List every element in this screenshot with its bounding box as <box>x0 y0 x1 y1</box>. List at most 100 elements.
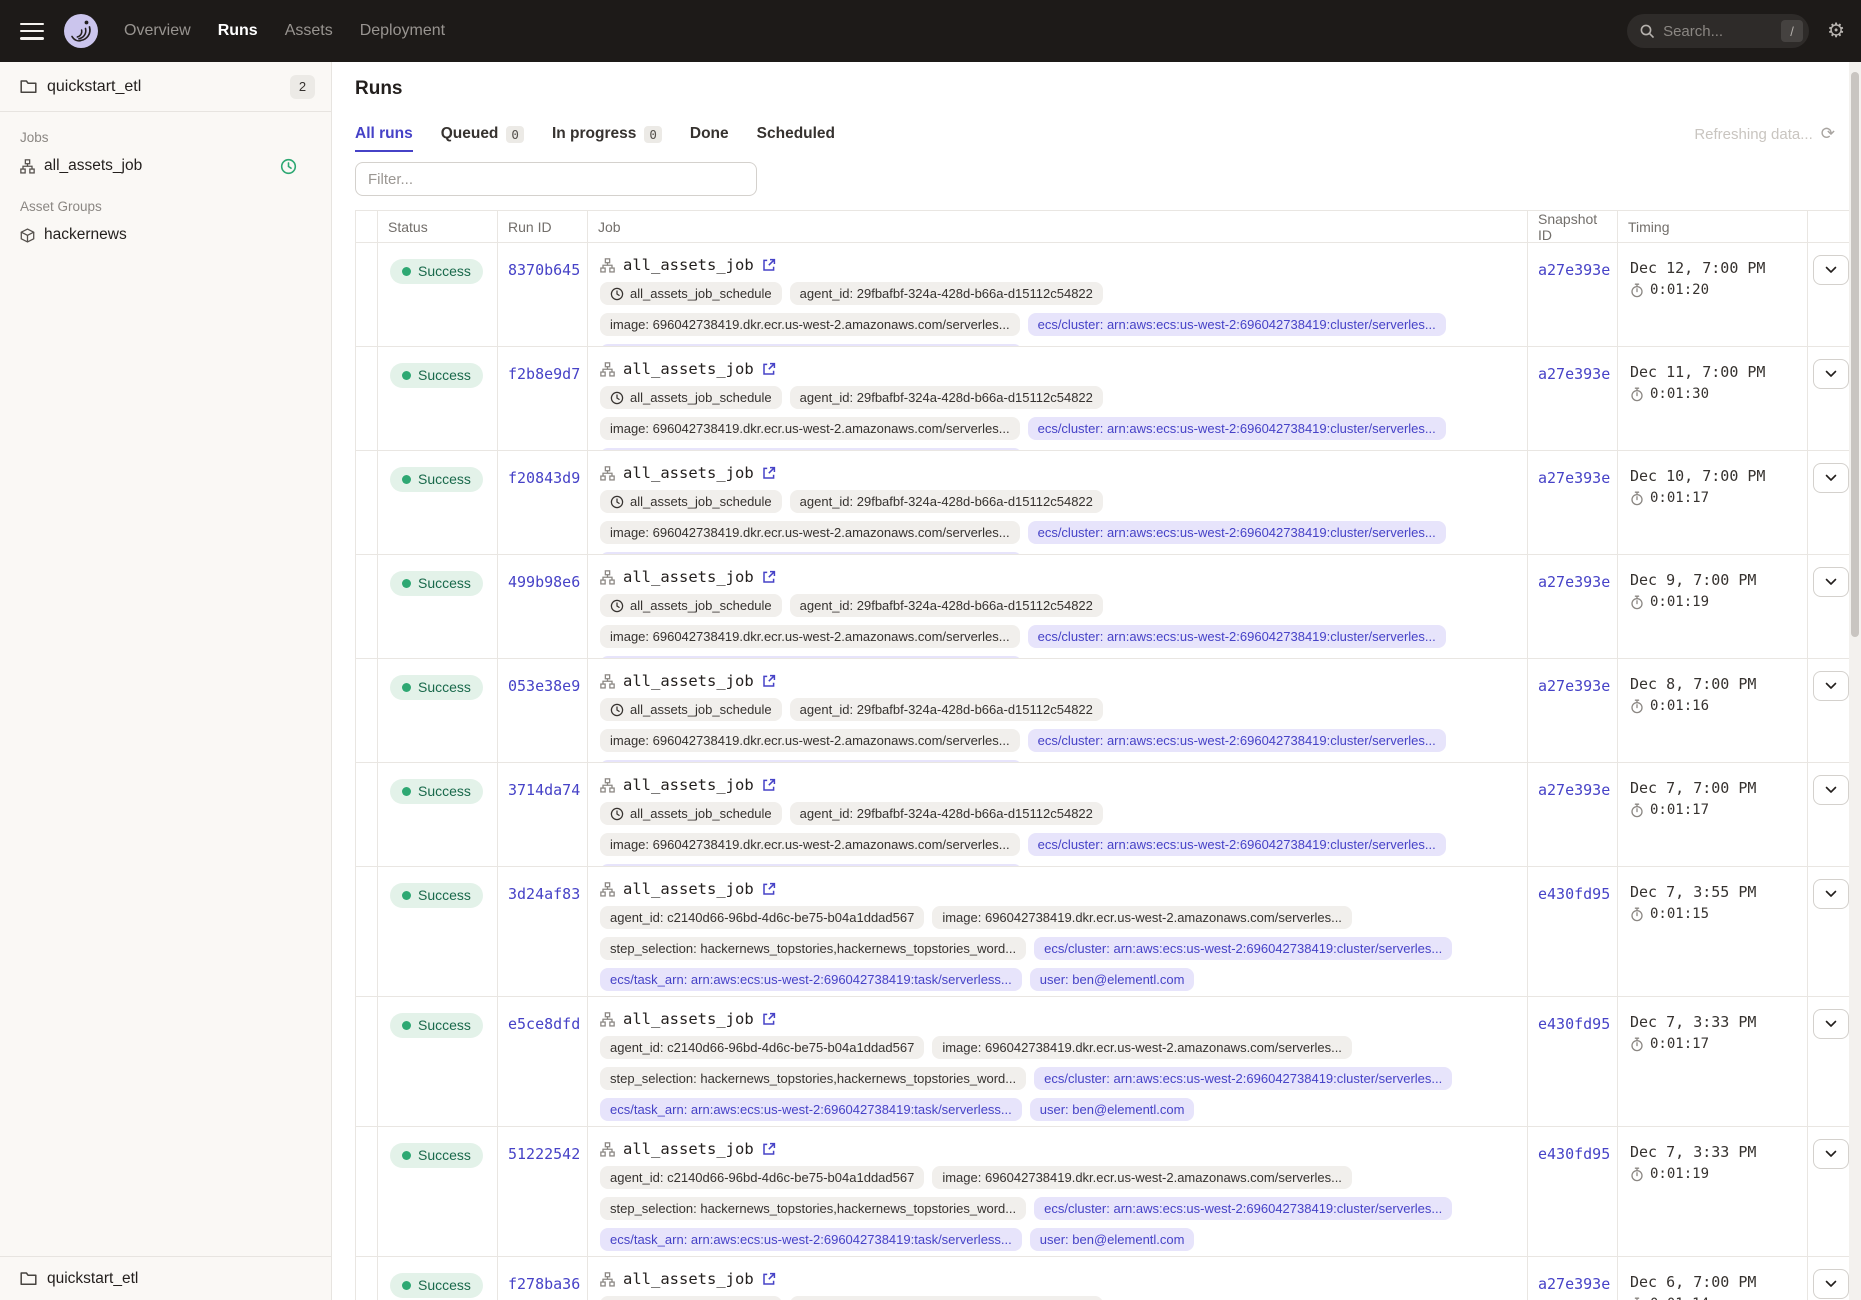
nav-item-deployment[interactable]: Deployment <box>360 22 445 40</box>
run-tag[interactable]: image: 696042738419.dkr.ecr.us-west-2.am… <box>600 625 1020 648</box>
snapshot-id-link[interactable]: a27e393e <box>1538 261 1610 279</box>
snapshot-id-link[interactable]: e430fd95 <box>1538 1015 1610 1033</box>
external-link-icon[interactable] <box>762 258 776 272</box>
tab-queued[interactable]: Queued0 <box>441 125 524 143</box>
job-name-link[interactable]: all_assets_job <box>623 256 754 274</box>
run-tag[interactable]: ecs/cluster: arn:aws:ecs:us-west-2:69604… <box>1034 1067 1452 1090</box>
run-tag[interactable]: ecs/cluster: arn:aws:ecs:us-west-2:69604… <box>1028 833 1446 856</box>
snapshot-id-link[interactable]: a27e393e <box>1538 365 1610 383</box>
run-tag[interactable]: all_assets_job_schedule <box>600 490 782 513</box>
snapshot-id-link[interactable]: a27e393e <box>1538 1275 1610 1293</box>
run-tag[interactable]: agent_id: 29fbafbf-324a-428d-b66a-d15112… <box>790 698 1103 721</box>
run-tag[interactable]: image: 696042738419.dkr.ecr.us-west-2.am… <box>600 521 1020 544</box>
run-tag[interactable]: user: ben@elementl.com <box>1030 968 1195 991</box>
scrollbar-thumb[interactable] <box>1851 72 1859 637</box>
run-tag[interactable]: ecs/cluster: arn:aws:ecs:us-west-2:69604… <box>1028 313 1446 336</box>
row-menu-button[interactable] <box>1813 359 1849 389</box>
tab-done[interactable]: Done <box>690 125 729 143</box>
row-menu-button[interactable] <box>1813 879 1849 909</box>
tab-scheduled[interactable]: Scheduled <box>757 125 835 143</box>
run-tag[interactable]: image: 696042738419.dkr.ecr.us-west-2.am… <box>600 833 1020 856</box>
schedule-active-icon[interactable] <box>280 158 297 175</box>
external-link-icon[interactable] <box>762 1272 776 1286</box>
run-id-link[interactable]: 499b98e6 <box>508 573 580 591</box>
run-tag[interactable]: ecs/cluster: arn:aws:ecs:us-west-2:69604… <box>1028 729 1446 752</box>
run-tag[interactable]: image: 696042738419.dkr.ecr.us-west-2.am… <box>932 1166 1352 1189</box>
sidebar-item-all-assets-job[interactable]: all_assets_job <box>0 151 331 181</box>
run-tag[interactable]: step_selection: hackernews_topstories,ha… <box>600 937 1026 960</box>
run-tag[interactable]: agent_id: 29fbafbf-324a-428d-b66a-d15112… <box>790 386 1103 409</box>
job-name-link[interactable]: all_assets_job <box>623 1140 754 1158</box>
run-tag[interactable]: agent_id: 29fbafbf-324a-428d-b66a-d15112… <box>790 802 1103 825</box>
row-menu-button[interactable] <box>1813 671 1849 701</box>
runs-filter-input[interactable] <box>355 162 757 196</box>
job-name-link[interactable]: all_assets_job <box>623 1270 754 1288</box>
row-menu-button[interactable] <box>1813 1269 1849 1299</box>
row-menu-button[interactable] <box>1813 255 1849 285</box>
external-link-icon[interactable] <box>762 674 776 688</box>
refresh-icon[interactable]: ⟳ <box>1821 124 1835 144</box>
run-tag[interactable]: ecs/cluster: arn:aws:ecs:us-west-2:69604… <box>1028 625 1446 648</box>
external-link-icon[interactable] <box>762 1142 776 1156</box>
job-name-link[interactable]: all_assets_job <box>623 672 754 690</box>
row-menu-button[interactable] <box>1813 1139 1849 1169</box>
repo-selector[interactable]: quickstart_etl 2 <box>0 62 331 112</box>
sidebar-item-hackernews[interactable]: hackernews <box>0 220 331 250</box>
run-tag[interactable]: ecs/cluster: arn:aws:ecs:us-west-2:69604… <box>1034 1197 1452 1220</box>
menu-icon[interactable] <box>20 23 44 40</box>
snapshot-id-link[interactable]: e430fd95 <box>1538 885 1610 903</box>
external-link-icon[interactable] <box>762 466 776 480</box>
run-tag[interactable]: ecs/task_arn: arn:aws:ecs:us-west-2:6960… <box>600 968 1022 991</box>
run-id-link[interactable]: 51222542 <box>508 1145 580 1163</box>
run-tag[interactable]: all_assets_job_schedule <box>600 594 782 617</box>
row-menu-button[interactable] <box>1813 463 1849 493</box>
run-id-link[interactable]: f20843d9 <box>508 469 580 487</box>
run-tag[interactable]: ecs/cluster: arn:aws:ecs:us-west-2:69604… <box>1028 417 1446 440</box>
gear-icon[interactable]: ⚙ <box>1827 21 1845 41</box>
search-input[interactable] <box>1663 23 1781 40</box>
run-tag[interactable]: image: 696042738419.dkr.ecr.us-west-2.am… <box>600 313 1020 336</box>
run-id-link[interactable]: 053e38e9 <box>508 677 580 695</box>
external-link-icon[interactable] <box>762 1012 776 1026</box>
run-tag[interactable]: step_selection: hackernews_topstories,ha… <box>600 1197 1026 1220</box>
run-tag[interactable]: ecs/cluster: arn:aws:ecs:us-west-2:69604… <box>1034 937 1452 960</box>
run-id-link[interactable]: f2b8e9d7 <box>508 365 580 383</box>
run-tag[interactable]: ecs/task_arn: arn:aws:ecs:us-west-2:6960… <box>600 1228 1022 1251</box>
run-tag[interactable]: all_assets_job_schedule <box>600 282 782 305</box>
snapshot-id-link[interactable]: a27e393e <box>1538 677 1610 695</box>
external-link-icon[interactable] <box>762 882 776 896</box>
run-tag[interactable]: all_assets_job_schedule <box>600 1296 782 1300</box>
run-id-link[interactable]: 8370b645 <box>508 261 580 279</box>
run-tag[interactable]: agent_id: c2140d66-96bd-4d6c-be75-b04a1d… <box>600 906 924 929</box>
run-id-link[interactable]: f278ba36 <box>508 1275 580 1293</box>
scrollbar-track[interactable] <box>1849 62 1861 1300</box>
run-tag[interactable]: user: ben@elementl.com <box>1030 1098 1195 1121</box>
run-tag[interactable]: image: 696042738419.dkr.ecr.us-west-2.am… <box>932 906 1352 929</box>
run-tag[interactable]: step_selection: hackernews_topstories,ha… <box>600 1067 1026 1090</box>
external-link-icon[interactable] <box>762 362 776 376</box>
snapshot-id-link[interactable]: e430fd95 <box>1538 1145 1610 1163</box>
run-tag[interactable]: all_assets_job_schedule <box>600 386 782 409</box>
run-tag[interactable]: image: 696042738419.dkr.ecr.us-west-2.am… <box>600 417 1020 440</box>
external-link-icon[interactable] <box>762 778 776 792</box>
run-id-link[interactable]: e5ce8dfd <box>508 1015 580 1033</box>
run-tag[interactable]: ecs/task_arn: arn:aws:ecs:us-west-2:6960… <box>600 1098 1022 1121</box>
sidebar-footer-repo[interactable]: quickstart_etl <box>0 1256 331 1300</box>
nav-item-assets[interactable]: Assets <box>285 22 333 40</box>
run-id-link[interactable]: 3d24af83 <box>508 885 580 903</box>
run-tag[interactable]: all_assets_job_schedule <box>600 698 782 721</box>
run-tag[interactable]: agent_id: 29fbafbf-324a-428d-b66a-d15112… <box>790 282 1103 305</box>
dagster-logo[interactable] <box>60 10 102 52</box>
job-name-link[interactable]: all_assets_job <box>623 568 754 586</box>
nav-item-overview[interactable]: Overview <box>124 22 191 40</box>
row-menu-button[interactable] <box>1813 775 1849 805</box>
tab-in-progress[interactable]: In progress0 <box>552 125 662 143</box>
run-tag[interactable]: agent_id: c2140d66-96bd-4d6c-be75-b04a1d… <box>600 1036 924 1059</box>
run-tag[interactable]: image: 696042738419.dkr.ecr.us-west-2.am… <box>600 729 1020 752</box>
run-tag[interactable]: all_assets_job_schedule <box>600 802 782 825</box>
run-tag[interactable]: user: ben@elementl.com <box>1030 1228 1195 1251</box>
run-tag[interactable]: agent_id: c2140d66-96bd-4d6c-be75-b04a1d… <box>600 1166 924 1189</box>
job-name-link[interactable]: all_assets_job <box>623 464 754 482</box>
nav-item-runs[interactable]: Runs <box>218 22 258 40</box>
snapshot-id-link[interactable]: a27e393e <box>1538 469 1610 487</box>
